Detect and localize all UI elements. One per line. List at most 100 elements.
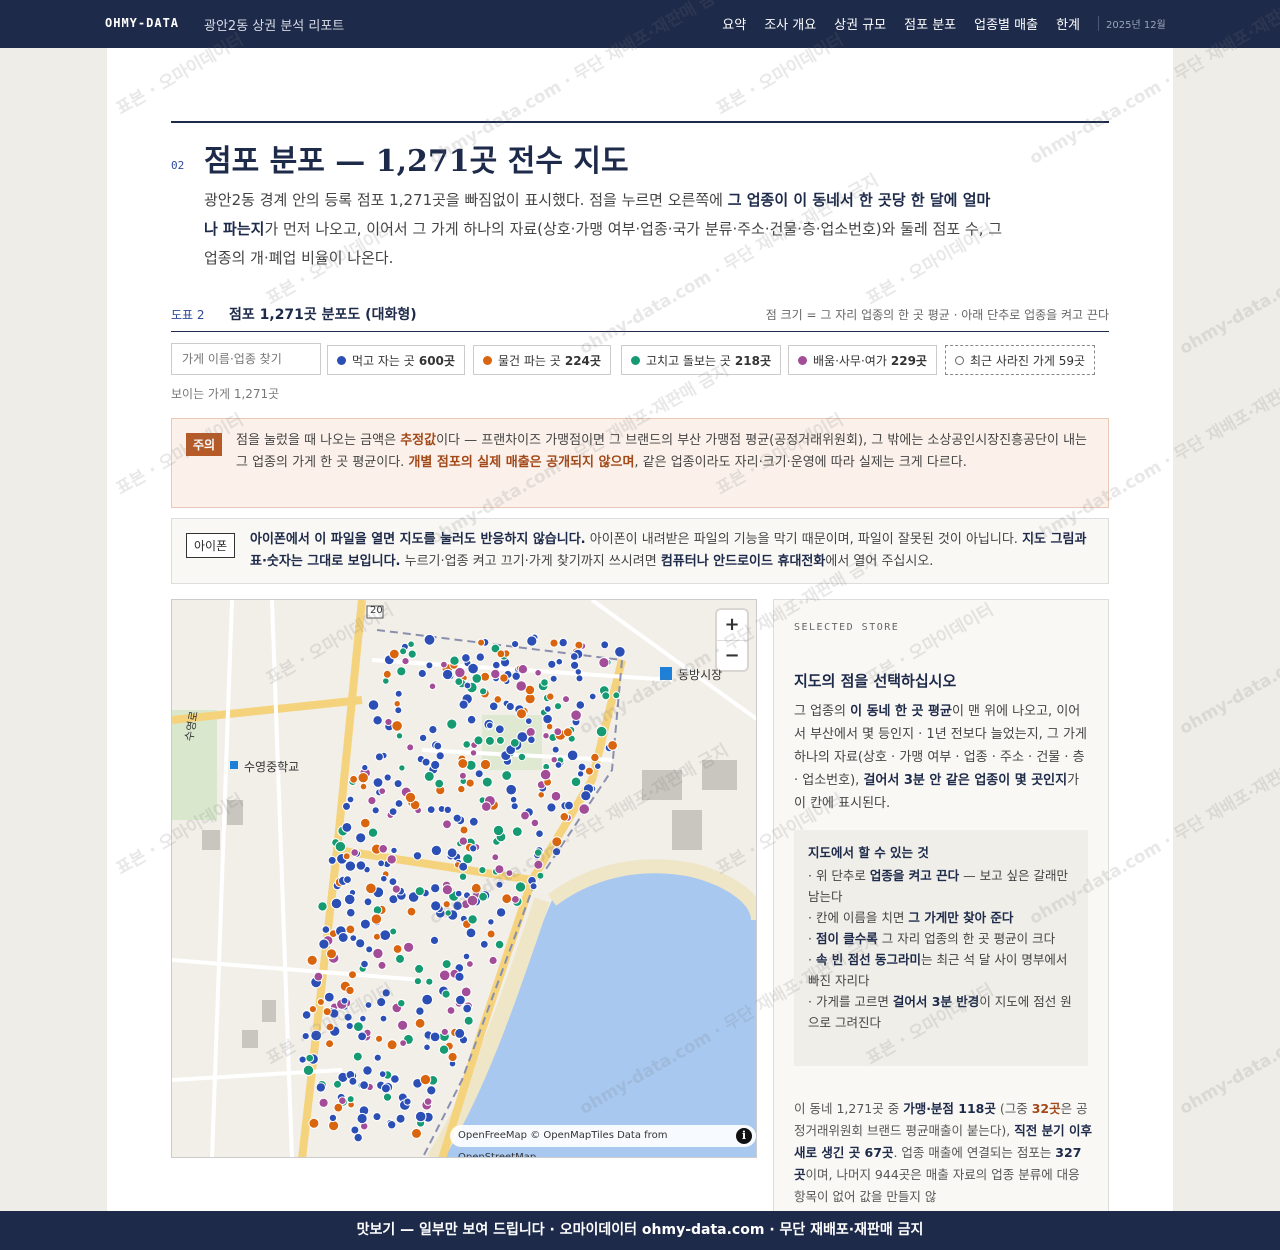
store-marker[interactable]: [326, 948, 337, 960]
store-marker[interactable]: [552, 847, 562, 857]
store-marker[interactable]: [310, 1029, 323, 1042]
store-marker[interactable]: [463, 681, 472, 690]
store-marker[interactable]: [595, 725, 608, 738]
store-marker[interactable]: [317, 901, 328, 912]
store-marker[interactable]: [442, 900, 451, 909]
store-marker[interactable]: [479, 687, 488, 696]
store-marker[interactable]: [471, 673, 483, 684]
store-marker[interactable]: [577, 762, 587, 772]
store-marker[interactable]: [566, 749, 579, 762]
store-search-input[interactable]: [171, 343, 321, 375]
store-marker[interactable]: [399, 647, 408, 656]
zoom-out-button[interactable]: −: [717, 640, 747, 670]
store-marker[interactable]: [551, 745, 560, 754]
store-marker[interactable]: [352, 1051, 363, 1062]
store-marker[interactable]: [550, 756, 558, 764]
store-marker[interactable]: [315, 1082, 327, 1093]
store-marker[interactable]: [492, 660, 501, 670]
store-marker[interactable]: [484, 735, 495, 746]
store-marker[interactable]: [419, 1073, 432, 1086]
store-marker[interactable]: [308, 1005, 317, 1014]
store-marker[interactable]: [353, 1021, 364, 1033]
store-marker[interactable]: [423, 770, 435, 782]
store-marker[interactable]: [542, 732, 550, 740]
store-marker[interactable]: [558, 637, 568, 648]
info-icon[interactable]: i: [736, 1128, 752, 1144]
store-marker[interactable]: [463, 1015, 474, 1026]
store-marker[interactable]: [501, 770, 513, 781]
store-marker[interactable]: [542, 713, 553, 725]
store-marker[interactable]: [341, 822, 353, 833]
store-marker[interactable]: [340, 996, 349, 1005]
store-marker[interactable]: [417, 668, 427, 679]
store-marker[interactable]: [590, 752, 600, 763]
store-marker[interactable]: [607, 740, 619, 751]
store-marker[interactable]: [488, 955, 498, 966]
store-marker[interactable]: [414, 963, 425, 974]
store-marker[interactable]: [374, 752, 384, 762]
store-marker[interactable]: [387, 1120, 397, 1130]
store-marker[interactable]: [440, 660, 448, 669]
store-marker[interactable]: [458, 836, 468, 846]
store-marker[interactable]: [524, 717, 533, 725]
store-marker[interactable]: [588, 692, 597, 701]
store-marker[interactable]: [394, 799, 404, 808]
store-marker[interactable]: [562, 695, 570, 704]
store-marker[interactable]: [414, 1110, 427, 1123]
store-marker[interactable]: [533, 848, 543, 857]
store-marker[interactable]: [527, 735, 536, 745]
store-marker[interactable]: [446, 1006, 456, 1015]
store-marker[interactable]: [323, 991, 335, 1003]
store-marker[interactable]: [550, 790, 562, 802]
store-marker[interactable]: [454, 971, 465, 982]
store-marker[interactable]: [399, 1039, 408, 1048]
store-marker[interactable]: [539, 768, 552, 781]
store-marker[interactable]: [372, 932, 381, 941]
store-marker[interactable]: [543, 705, 552, 713]
store-distribution-map[interactable]: 20 수영중학교 동방시장 수영로 + − OpenFreeMap © Open…: [171, 599, 757, 1158]
store-marker[interactable]: [426, 1085, 437, 1096]
store-marker[interactable]: [359, 1014, 367, 1023]
store-marker[interactable]: [454, 889, 463, 898]
store-marker[interactable]: [505, 869, 514, 878]
store-marker[interactable]: [455, 994, 466, 1006]
store-marker[interactable]: [375, 1034, 384, 1043]
store-marker[interactable]: [395, 1113, 406, 1124]
store-marker[interactable]: [433, 741, 443, 751]
store-marker[interactable]: [357, 1031, 368, 1042]
store-marker[interactable]: [495, 907, 507, 918]
store-marker[interactable]: [578, 803, 591, 815]
store-marker[interactable]: [395, 732, 404, 740]
store-marker[interactable]: [551, 836, 563, 848]
store-marker[interactable]: [407, 649, 417, 659]
store-marker[interactable]: [449, 655, 460, 666]
store-marker[interactable]: [414, 886, 425, 897]
store-marker[interactable]: [393, 779, 403, 789]
store-marker[interactable]: [549, 674, 558, 683]
store-marker[interactable]: [381, 988, 391, 998]
store-marker[interactable]: [452, 900, 463, 911]
brand-logo[interactable]: OHMY-DATA: [105, 16, 179, 30]
store-marker[interactable]: [530, 818, 540, 828]
filter-chip-retail[interactable]: 물건 파는 곳 224곳: [473, 345, 611, 375]
store-marker[interactable]: [545, 722, 554, 731]
store-marker[interactable]: [378, 787, 387, 796]
store-marker[interactable]: [359, 918, 371, 930]
store-marker[interactable]: [337, 932, 349, 943]
store-marker[interactable]: [349, 774, 359, 784]
store-marker[interactable]: [343, 1012, 353, 1022]
store-marker[interactable]: [391, 884, 401, 894]
store-marker[interactable]: [371, 806, 380, 815]
nav-sales-by-industry[interactable]: 업종별 매출: [974, 14, 1038, 33]
store-marker[interactable]: [465, 778, 475, 788]
store-marker[interactable]: [444, 909, 452, 917]
store-marker[interactable]: [509, 738, 520, 748]
store-marker[interactable]: [594, 762, 602, 770]
store-marker[interactable]: [386, 854, 397, 865]
store-marker[interactable]: [434, 778, 445, 789]
store-marker[interactable]: [388, 648, 400, 660]
store-marker[interactable]: [365, 945, 374, 954]
store-marker[interactable]: [346, 907, 356, 918]
store-marker[interactable]: [428, 682, 437, 691]
store-marker[interactable]: [348, 970, 357, 980]
